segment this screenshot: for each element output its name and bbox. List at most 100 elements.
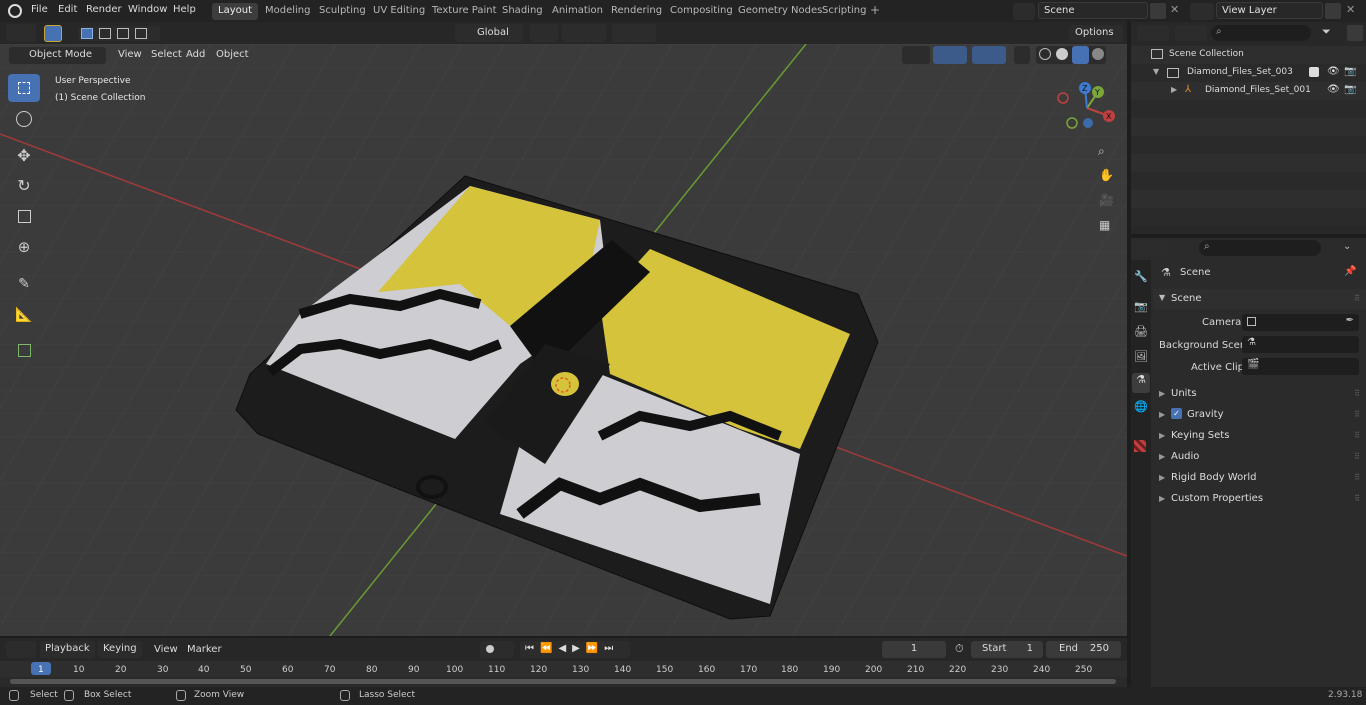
outliner-row[interactable]: ▶ ⅄ Diamond_Files_Set_001 👁 📷 bbox=[1131, 82, 1366, 100]
tab-uv-editing[interactable]: UV Editing bbox=[367, 3, 431, 20]
scale-tool[interactable] bbox=[8, 202, 40, 230]
rigid-body-world-panel-header[interactable]: ▶ Rigid Body World ⠿ bbox=[1153, 468, 1366, 488]
rotate-tool[interactable]: ↻ bbox=[8, 171, 40, 199]
view-layer-browse-button[interactable] bbox=[1190, 3, 1214, 20]
gravity-panel-header[interactable]: ▶ ✓ Gravity ⠿ bbox=[1153, 405, 1366, 425]
exclude-checkbox[interactable] bbox=[1309, 67, 1319, 77]
scene-field[interactable]: Scene bbox=[1038, 2, 1148, 19]
background-scene-field[interactable]: ⚗ bbox=[1242, 336, 1359, 353]
chevron-down-icon[interactable]: ⌄ bbox=[1343, 241, 1351, 252]
pin-icon[interactable]: 📌 bbox=[1344, 266, 1356, 277]
outliner-row[interactable]: ▼ Diamond_Files_Set_003 👁 📷 bbox=[1131, 64, 1366, 82]
start-frame-field[interactable]: Start 1 bbox=[971, 641, 1043, 658]
units-panel-header[interactable]: ▶ Units ⠿ bbox=[1153, 384, 1366, 404]
menu-file[interactable]: File bbox=[31, 4, 48, 15]
expand-arrow-icon[interactable]: ▶ bbox=[1171, 85, 1177, 94]
stopwatch-icon[interactable]: ⏱ bbox=[955, 642, 964, 656]
scene-panel-header[interactable]: ▼ Scene ⠿ bbox=[1153, 289, 1366, 309]
new-collection-icon[interactable] bbox=[1347, 25, 1363, 41]
timeline-view-menu[interactable]: View bbox=[154, 644, 178, 655]
options-dropdown[interactable]: Options bbox=[1069, 25, 1123, 42]
camera-icon[interactable]: 📷 bbox=[1344, 84, 1356, 95]
drag-handle-icon[interactable]: ⠿ bbox=[1354, 410, 1360, 419]
current-frame-field[interactable]: 1 bbox=[882, 641, 946, 658]
proportional-editing-controls[interactable] bbox=[612, 24, 656, 42]
tab-rendering[interactable]: Rendering bbox=[605, 3, 668, 20]
expand-arrow-icon[interactable]: ▼ bbox=[1153, 67, 1159, 76]
active-clip-field[interactable]: 🎬 bbox=[1242, 358, 1359, 375]
blender-logo-icon[interactable] bbox=[8, 4, 22, 18]
tab-shading[interactable]: Shading bbox=[496, 3, 549, 20]
tab-animation[interactable]: Animation bbox=[546, 3, 609, 20]
move-tool[interactable]: ✥ bbox=[8, 141, 40, 169]
tab-geometry-nodes[interactable]: Geometry Nodes bbox=[732, 3, 828, 20]
selection-mode-buttons[interactable] bbox=[78, 26, 160, 41]
tab-scripting[interactable]: Scripting bbox=[816, 3, 872, 20]
annotate-tool[interactable]: ✎ bbox=[8, 270, 40, 298]
menu-select[interactable]: Select bbox=[151, 49, 182, 60]
view-layer-field[interactable]: View Layer bbox=[1216, 2, 1323, 19]
drag-handle-icon[interactable]: ⠿ bbox=[1354, 494, 1360, 503]
outliner-row-root[interactable]: Scene Collection bbox=[1131, 46, 1366, 64]
eyedropper-icon[interactable]: ✒ bbox=[1346, 315, 1354, 326]
camera-field[interactable]: ✒ bbox=[1242, 314, 1359, 331]
shading-mode-buttons[interactable] bbox=[1036, 46, 1106, 64]
view-layer-tab-icon[interactable]: 🖼 bbox=[1134, 350, 1148, 363]
drag-handle-icon[interactable]: ⠿ bbox=[1354, 294, 1360, 303]
display-mode-dropdown[interactable] bbox=[1175, 25, 1207, 41]
measure-tool[interactable]: 📐 bbox=[8, 301, 40, 329]
filter-icon[interactable]: ⏷ bbox=[1322, 25, 1331, 39]
editor-type-button[interactable] bbox=[6, 24, 36, 42]
menu-window[interactable]: Window bbox=[128, 4, 167, 15]
output-tab-icon[interactable]: 🖨 bbox=[1134, 325, 1148, 338]
tool-tab-icon[interactable]: 🔧 bbox=[1134, 270, 1148, 283]
object-mode-dropdown[interactable]: Object Mode bbox=[9, 47, 106, 64]
end-frame-field[interactable]: End 250 bbox=[1046, 641, 1121, 658]
eye-icon[interactable]: 👁 bbox=[1327, 66, 1340, 77]
add-workspace-icon[interactable]: + bbox=[870, 3, 880, 17]
tab-layout[interactable]: Layout bbox=[212, 3, 258, 20]
add-cube-tool[interactable] bbox=[8, 336, 40, 364]
outliner-search-input[interactable]: ⌕ bbox=[1211, 25, 1311, 41]
keying-sets-panel-header[interactable]: ▶ Keying Sets ⠿ bbox=[1153, 426, 1366, 446]
tab-modeling[interactable]: Modeling bbox=[259, 3, 317, 20]
camera-view-icon[interactable]: 🎥 bbox=[1099, 193, 1114, 207]
timeline-editor-type[interactable] bbox=[6, 641, 36, 658]
tab-compositing[interactable]: Compositing bbox=[664, 3, 739, 20]
gizmo-toggle[interactable] bbox=[933, 46, 967, 64]
pivot-point-dropdown[interactable] bbox=[530, 24, 558, 42]
transform-tool[interactable]: ⊕ bbox=[8, 233, 40, 261]
drag-handle-icon[interactable]: ⠿ bbox=[1354, 389, 1360, 398]
marker-menu[interactable]: Marker bbox=[187, 644, 222, 655]
menu-view[interactable]: View bbox=[118, 49, 142, 60]
menu-object[interactable]: Object bbox=[216, 49, 249, 60]
properties-search-input[interactable]: ⌕ bbox=[1199, 240, 1321, 256]
close-scene-icon[interactable]: ✕ bbox=[1170, 3, 1179, 16]
zoom-icon[interactable]: ⌕ bbox=[1098, 144, 1105, 159]
world-tab-icon[interactable]: 🌐 bbox=[1134, 400, 1148, 413]
xray-toggle[interactable] bbox=[1014, 46, 1030, 64]
gravity-checkbox[interactable]: ✓ bbox=[1171, 408, 1182, 419]
new-view-layer-icon[interactable] bbox=[1325, 3, 1341, 19]
custom-properties-panel-header[interactable]: ▶ Custom Properties ⠿ bbox=[1153, 489, 1366, 509]
menu-edit[interactable]: Edit bbox=[58, 4, 77, 15]
tab-texture-paint[interactable]: Texture Paint bbox=[426, 3, 503, 20]
camera-icon[interactable]: 📷 bbox=[1344, 66, 1356, 77]
visibility-dropdown[interactable] bbox=[902, 46, 930, 64]
keying-menu[interactable]: Keying bbox=[98, 641, 142, 658]
select-tool-icon[interactable] bbox=[44, 25, 62, 42]
pan-hand-icon[interactable]: ✋ bbox=[1099, 168, 1114, 182]
properties-editor-type[interactable] bbox=[1137, 240, 1169, 256]
playback-controls[interactable]: ⏮⏪◀▶⏩⏭ bbox=[520, 641, 630, 658]
scene-browse-button[interactable] bbox=[1013, 3, 1035, 20]
cursor-tool[interactable] bbox=[8, 105, 40, 133]
drag-handle-icon[interactable]: ⠿ bbox=[1354, 452, 1360, 461]
menu-render[interactable]: Render bbox=[86, 4, 122, 15]
audio-panel-header[interactable]: ▶ Audio ⠿ bbox=[1153, 447, 1366, 467]
timeline-scrollbar[interactable] bbox=[10, 679, 1116, 684]
close-view-layer-icon[interactable]: ✕ bbox=[1346, 3, 1355, 16]
menu-add[interactable]: Add bbox=[186, 49, 205, 60]
navigation-gizmo[interactable]: X Y Z bbox=[1055, 78, 1119, 138]
auto-keying-toggle[interactable] bbox=[480, 641, 514, 658]
scene-tab-icon[interactable]: ⚗ bbox=[1132, 373, 1150, 393]
